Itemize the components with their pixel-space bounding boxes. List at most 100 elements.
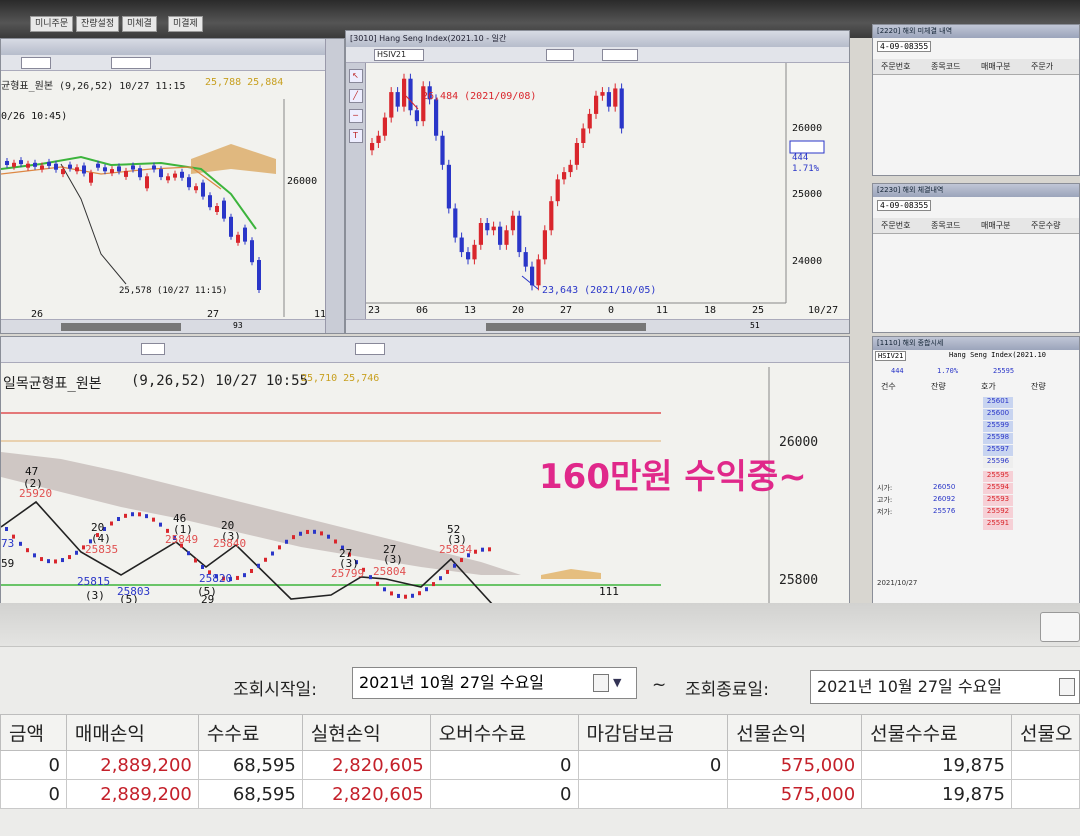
column-header: 주문번호 bbox=[881, 62, 911, 71]
mini-candle bbox=[306, 529, 309, 534]
candle bbox=[159, 169, 163, 178]
pane-footer-scrollbar[interactable]: 93 bbox=[1, 319, 344, 333]
x-tick: 18 bbox=[704, 305, 717, 316]
table-cell: 19,875 bbox=[861, 779, 1012, 809]
pane-footer-scrollbar[interactable]: 51 bbox=[346, 319, 849, 333]
y-tick: 25000 bbox=[792, 189, 823, 200]
mini-candle bbox=[243, 573, 246, 578]
candle bbox=[478, 223, 483, 245]
unfilled-button[interactable]: 미체결 bbox=[122, 16, 157, 32]
account-field[interactable]: 4-09-08355 bbox=[877, 41, 932, 52]
panel-action-button[interactable] bbox=[1040, 612, 1080, 642]
candle bbox=[376, 135, 381, 143]
mini-candle bbox=[271, 551, 274, 556]
ask-price[interactable]: 25599 bbox=[983, 421, 1013, 432]
y-tick: 26000 bbox=[287, 176, 318, 187]
mini-candle bbox=[75, 550, 78, 555]
mini-candle bbox=[418, 591, 421, 596]
column-header[interactable]: 금액 bbox=[0, 714, 67, 751]
candle bbox=[117, 166, 121, 172]
mini-candle bbox=[488, 547, 491, 552]
window-title: [2230] 해외 체결내역 bbox=[873, 184, 1079, 197]
candle bbox=[103, 167, 107, 172]
mini-candle bbox=[201, 564, 204, 569]
open-interest-button[interactable]: 미결제 bbox=[168, 16, 203, 32]
column-header[interactable]: 수수료 bbox=[197, 714, 303, 751]
stat-label: 시가: bbox=[877, 484, 893, 492]
mini-candle bbox=[257, 563, 260, 568]
y-tick: 26000 bbox=[779, 435, 819, 450]
candle bbox=[26, 163, 30, 168]
candle bbox=[12, 162, 16, 167]
window-title: [2220] 해외 미체결 내역 bbox=[873, 25, 1079, 38]
mini-candle bbox=[68, 555, 71, 560]
mini-candle bbox=[425, 587, 428, 592]
end-date-value: 2021년 10월 27일 수요일 bbox=[817, 677, 1003, 696]
mini-candle bbox=[474, 549, 477, 554]
bid-price[interactable]: 25592 bbox=[983, 507, 1013, 518]
ask-price[interactable]: 25601 bbox=[983, 397, 1013, 408]
ask-price[interactable]: 25596 bbox=[983, 457, 1013, 468]
stat-value: 25576 bbox=[933, 507, 956, 515]
mini-candle bbox=[250, 568, 253, 573]
ask-price[interactable]: 25598 bbox=[983, 433, 1013, 444]
mini-candle bbox=[292, 535, 295, 540]
account-field[interactable]: 4-09-08355 bbox=[877, 200, 932, 211]
calendar-icon[interactable] bbox=[593, 674, 609, 692]
table-cell: 2,889,200 bbox=[65, 750, 199, 780]
symbol-field[interactable]: HSIV21 bbox=[875, 351, 907, 361]
candle bbox=[568, 164, 573, 173]
dropdown-arrow-icon[interactable]: ▼ bbox=[613, 668, 621, 698]
table-cell: 0 bbox=[0, 750, 67, 780]
table-body: 0 2,889,200 68,595 2,820,605 0 0 575,000 19,875… bbox=[0, 750, 1080, 809]
candle bbox=[459, 237, 464, 253]
start-date-field[interactable]: 2021년 10월 27일 수요일 ▼ bbox=[352, 667, 637, 699]
column-header[interactable]: 매매손익 bbox=[65, 714, 199, 751]
table-cell bbox=[577, 779, 729, 809]
mini-candle bbox=[131, 512, 134, 517]
wave-label: 25799 bbox=[331, 567, 365, 580]
side-toolbar bbox=[325, 39, 344, 333]
candle bbox=[408, 78, 413, 111]
column-header[interactable]: 오버수수료 bbox=[429, 714, 579, 751]
bid-price[interactable]: 25594 bbox=[983, 483, 1013, 494]
future-cloud bbox=[541, 569, 601, 579]
bid-price[interactable]: 25591 bbox=[983, 519, 1013, 530]
mini-candle bbox=[159, 522, 162, 527]
column-header[interactable]: 선물손익 bbox=[727, 714, 863, 751]
column-header[interactable]: 선물오 bbox=[1011, 714, 1080, 751]
wave-label: (3) bbox=[85, 589, 105, 602]
candle bbox=[89, 172, 93, 183]
candle bbox=[414, 110, 419, 122]
calendar-icon[interactable] bbox=[1059, 678, 1075, 696]
mini-candle bbox=[432, 582, 435, 587]
x-tick: 25 bbox=[752, 305, 765, 316]
table-row[interactable]: 0 2,889,200 68,595 2,820,605 0 575,000 19,875 bbox=[0, 779, 1080, 809]
candle bbox=[180, 171, 184, 178]
mini-order-button[interactable]: 미니주문 bbox=[30, 16, 74, 32]
ask-price[interactable]: 25600 bbox=[983, 409, 1013, 420]
candle bbox=[222, 200, 226, 219]
candle bbox=[472, 244, 477, 260]
mini-candle bbox=[138, 512, 141, 517]
wave-label: 73 bbox=[1, 537, 15, 550]
table-row[interactable]: 0 2,889,200 68,595 2,820,605 0 0 575,000 19,875 bbox=[0, 750, 1080, 780]
bid-price[interactable]: 25593 bbox=[983, 495, 1013, 506]
column-header[interactable]: 선물수수료 bbox=[861, 714, 1012, 751]
end-date-field[interactable]: 2021년 10월 27일 수요일 bbox=[810, 670, 1080, 704]
candle bbox=[594, 95, 599, 114]
quote-window: [1110] 해외 종합시세 HSIV21 Hang Seng Index(20… bbox=[872, 336, 1080, 604]
column-header[interactable]: 실현손익 bbox=[301, 714, 431, 751]
bid-price[interactable]: 25595 bbox=[983, 471, 1013, 482]
mini-candle bbox=[264, 557, 267, 562]
table-cell: 19,875 bbox=[861, 750, 1012, 780]
candle bbox=[485, 223, 490, 231]
table-cell: 575,000 bbox=[727, 750, 863, 780]
ichimoku-cloud bbox=[1, 452, 521, 575]
candle bbox=[453, 208, 458, 238]
count-label: 51 bbox=[750, 321, 760, 330]
mini-candle bbox=[124, 513, 127, 518]
balance-settings-button[interactable]: 잔량설정 bbox=[76, 16, 120, 32]
ask-price[interactable]: 25597 bbox=[983, 445, 1013, 456]
column-header[interactable]: 마감담보금 bbox=[577, 714, 729, 751]
